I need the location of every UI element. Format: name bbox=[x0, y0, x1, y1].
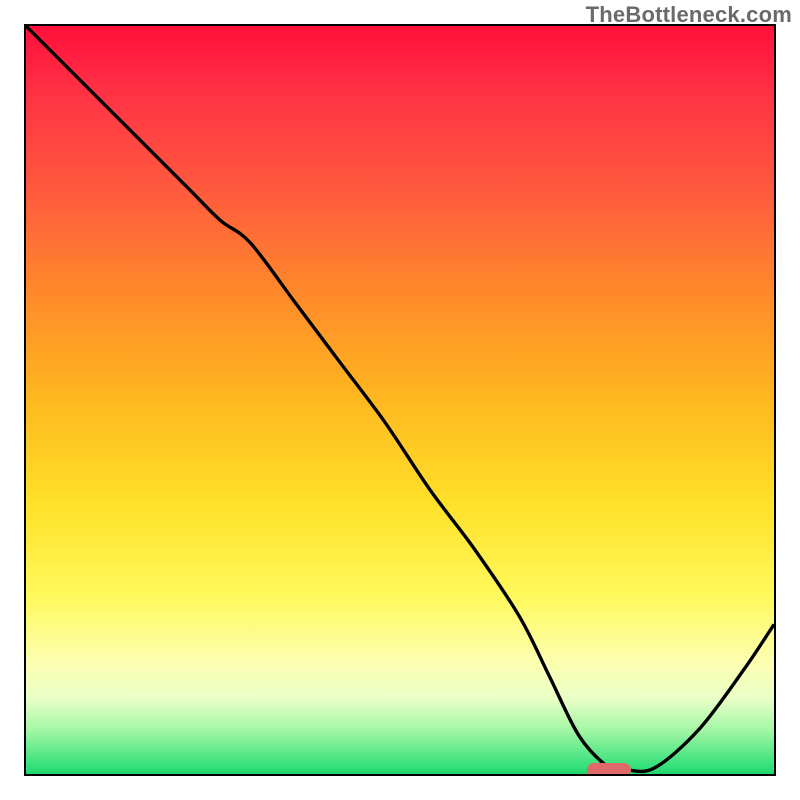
plot-area bbox=[24, 24, 776, 776]
chart-container: TheBottleneck.com bbox=[0, 0, 800, 800]
curve-path bbox=[26, 26, 774, 771]
optimal-marker bbox=[587, 763, 631, 777]
bottleneck-curve bbox=[26, 26, 774, 774]
